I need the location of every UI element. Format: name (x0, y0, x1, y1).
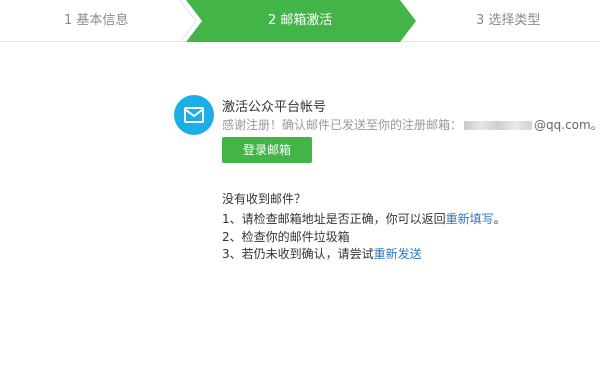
masked-email (464, 121, 533, 130)
help-item-text: 3、若仍未收到确认，请尝试 (222, 247, 374, 261)
email-domain: @qq.com。 (534, 118, 600, 132)
help-item-text: 2、检查你的邮件垃圾箱 (222, 230, 350, 244)
activation-notice: 感谢注册！确认邮件已发送至你的注册邮箱： @qq.com。 (222, 116, 600, 133)
notice-text: 感谢注册！确认邮件已发送至你的注册邮箱： (222, 118, 463, 132)
help-item-text: 1、请检查邮箱地址是否正确，你可以返回 (222, 212, 446, 226)
login-email-button[interactable]: 登录邮箱 (222, 137, 312, 163)
resend-link[interactable]: 重新发送 (374, 247, 422, 261)
help-item-suffix: 。 (493, 212, 506, 226)
mail-icon (174, 95, 214, 135)
page: 1 基本信息 2 邮箱激活 3 选择类型 激活公众平台帐号 感谢注册！确认邮件已… (0, 0, 600, 378)
envelope-icon (184, 107, 204, 123)
step-basic-info: 1 基本信息 (64, 13, 129, 28)
help-item-resend: 3、若仍未收到确认，请尝试重新发送 (222, 245, 422, 262)
help-item-check-spam: 2、检查你的邮件垃圾箱 (222, 228, 350, 245)
help-title: 没有收到邮件？ (222, 192, 307, 206)
refill-link[interactable]: 重新填写 (446, 212, 494, 226)
help-item-check-address: 1、请检查邮箱地址是否正确，你可以返回重新填写。 (222, 210, 506, 227)
activation-title: 激活公众平台帐号 (222, 100, 327, 115)
registration-stepper: 1 基本信息 2 邮箱激活 3 选择类型 (0, 0, 600, 42)
step-choose-type: 3 选择类型 (476, 13, 541, 28)
step-email-activation: 2 邮箱激活 (268, 13, 333, 28)
